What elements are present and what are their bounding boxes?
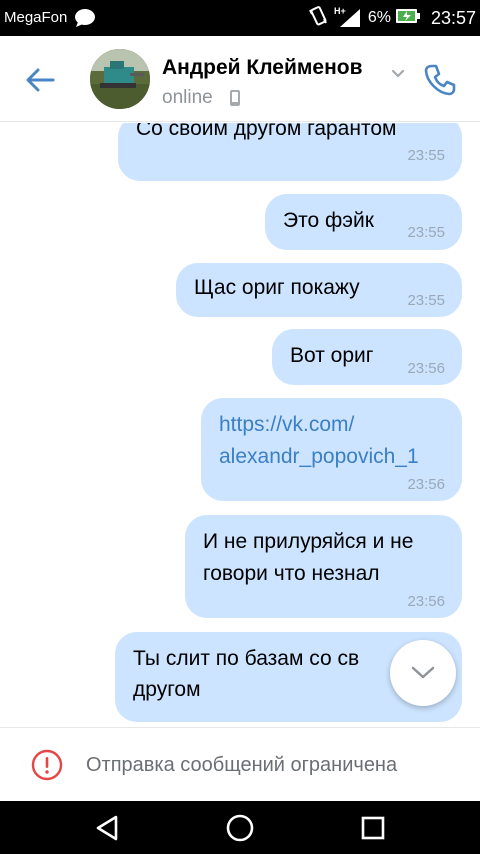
message-time: 23:55 <box>407 147 445 164</box>
nav-back-button[interactable] <box>90 811 124 845</box>
message-text: Вот ориг <box>290 344 374 367</box>
message-time: 23:56 <box>407 360 445 377</box>
status-bar: MegaFon H+ 6% 23:57 <box>0 0 480 36</box>
signal-icon: H+ <box>334 5 362 32</box>
message-time: 23:55 <box>407 292 445 309</box>
message-link[interactable]: alexandr_popovich_1 <box>219 441 419 473</box>
message-text: другом <box>133 678 201 701</box>
navigation-bar <box>0 801 480 854</box>
home-circle-icon <box>226 814 254 842</box>
restriction-text: Отправка сообщений ограничена <box>86 754 398 776</box>
message-bubble[interactable]: Щас ориг покажу 23:55 <box>176 263 462 317</box>
message-text: Это фэйк <box>283 209 374 232</box>
message-text: Щас ориг покажу <box>194 276 360 299</box>
message-bubble[interactable]: Вот ориг 23:56 <box>272 329 462 385</box>
chat-header: Андрей Клейменов online <box>0 36 480 122</box>
message-bubble[interactable]: Это фэйк 23:55 <box>265 194 462 250</box>
avatar[interactable] <box>90 49 150 109</box>
battery-percent: 6% <box>367 9 391 26</box>
message-link[interactable]: https://vk.com/ <box>219 409 354 441</box>
message-bubble[interactable]: Со своим другом гарантом 23:55 <box>118 123 462 181</box>
nav-recents-button[interactable] <box>356 811 390 845</box>
message-text: Со своим другом гарантом <box>136 123 397 140</box>
chat-bubble-icon <box>74 8 96 33</box>
contact-name[interactable]: Андрей Клейменов <box>162 56 363 80</box>
message-text: говори что незнал <box>203 562 380 585</box>
message-list[interactable]: Со своим другом гарантом 23:55 Это фэйк … <box>0 123 480 726</box>
mobile-icon <box>229 89 241 112</box>
back-triangle-icon <box>96 815 118 841</box>
clock: 23:57 <box>430 7 476 28</box>
message-time: 23:55 <box>407 224 445 241</box>
carrier-label: MegaFon <box>4 9 68 26</box>
messaging-restricted-bar: Отправка сообщений ограничена <box>0 727 480 801</box>
scroll-down-button[interactable] <box>390 640 456 706</box>
chevron-down-icon[interactable] <box>391 66 405 84</box>
message-bubble[interactable]: И не прилуряйся и не говори что незнал 2… <box>185 515 462 618</box>
message-time: 23:56 <box>407 476 445 493</box>
chevron-down-icon <box>411 666 435 679</box>
message-time: 23:56 <box>407 593 445 610</box>
message-text: Ты слит по базам со св <box>133 647 360 670</box>
alert-circle-icon <box>31 749 63 786</box>
phone-icon <box>424 64 456 96</box>
battery-icon <box>395 8 421 29</box>
call-button[interactable] <box>418 58 462 102</box>
message-text: И не прилуряйся и не <box>203 530 414 553</box>
back-arrow-icon <box>26 68 55 92</box>
recents-square-icon <box>361 816 385 840</box>
nav-home-button[interactable] <box>223 811 257 845</box>
back-button[interactable] <box>20 60 60 100</box>
contact-status: online <box>162 87 213 108</box>
message-bubble[interactable]: https://vk.com/ alexandr_popovich_1 23:5… <box>201 398 462 501</box>
vibrate-icon <box>308 5 328 32</box>
network-type-label: H+ <box>334 6 346 16</box>
